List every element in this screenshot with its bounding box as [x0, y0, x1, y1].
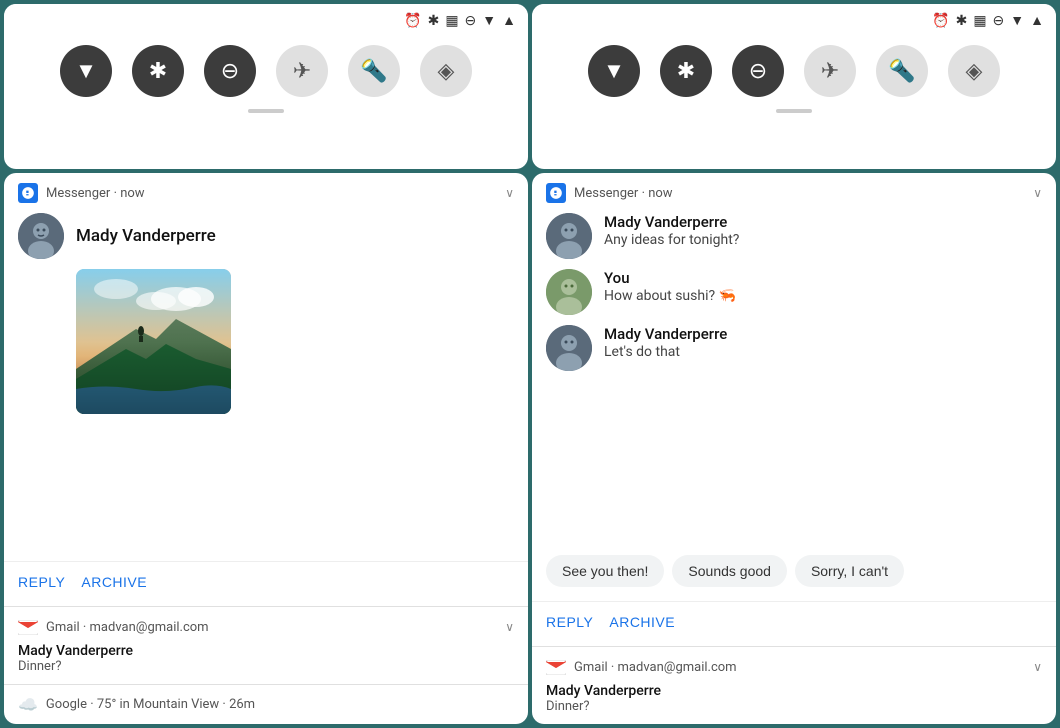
messenger-app-label: Messenger · now: [574, 186, 1025, 201]
messenger-notif-header: Messenger · now ∨: [532, 173, 1056, 209]
chevron-down-icon: ∨: [1033, 186, 1042, 200]
archive-button[interactable]: Archive: [81, 568, 163, 596]
airplane-toggle[interactable]: ✈: [804, 45, 856, 97]
weather-notification: ☁️ Google · 75° in Mountain View · 26m: [4, 684, 528, 724]
flashlight-toggle[interactable]: 🔦: [348, 45, 400, 97]
reply-button[interactable]: Reply: [18, 568, 81, 596]
signal-icon: ▲: [502, 12, 516, 29]
chevron-down-icon: ∨: [1033, 660, 1042, 674]
archive-button[interactable]: Archive: [609, 608, 691, 636]
bluetooth-status-icon: ✱: [956, 13, 968, 29]
wifi-toggle[interactable]: ▼: [60, 45, 112, 97]
avatar: [546, 325, 592, 371]
cloud-icon: ☁️: [18, 695, 38, 714]
rotate-toggle[interactable]: ◈: [420, 45, 472, 97]
smart-reply-sorry[interactable]: Sorry, I can't: [795, 555, 904, 587]
bluetooth-toggle[interactable]: ✱: [132, 45, 184, 97]
avatar: [546, 213, 592, 259]
messenger-app-icon: [546, 183, 566, 203]
signal-icon: ▲: [1030, 12, 1044, 29]
chat-text-block: Mady Vanderperre Any ideas for tonight?: [604, 213, 1042, 248]
left-quick-toggles: ▼ ✱ ⊖ ✈ 🔦 ◈: [4, 37, 528, 109]
chat-sender-name: You: [604, 269, 1042, 287]
gmail-subject: Dinner?: [546, 699, 1042, 714]
left-bottom-panel: Messenger · now ∨ Mady Vande: [4, 173, 528, 724]
chat-text-block: Mady Vanderperre Let's do that: [604, 325, 1042, 360]
avatar: [546, 269, 592, 315]
smart-reply-see-you[interactable]: See you then!: [546, 555, 664, 587]
gmail-subject: Dinner?: [18, 659, 514, 674]
smart-replies: See you then! Sounds good Sorry, I can't: [532, 547, 1056, 597]
chat-row: You How about sushi? 🦐: [546, 269, 1042, 315]
weather-text: Google · 75° in Mountain View · 26m: [46, 697, 255, 712]
dnd-status-icon: ⊖: [465, 13, 477, 29]
gmail-icon: [18, 617, 38, 637]
gmail-notification: Gmail · madvan@gmail.com ∨ Mady Vanderpe…: [4, 606, 528, 684]
right-status-bar: ⏰ ✱ ▦ ⊖ ▼ ▲: [532, 4, 1056, 37]
right-bottom-panel: Messenger · now ∨ Mady Vanderperre Any i…: [532, 173, 1056, 724]
wifi-status-icon: ▼: [482, 12, 496, 29]
flashlight-toggle[interactable]: 🔦: [876, 45, 928, 97]
gmail-header: Gmail · madvan@gmail.com ∨: [18, 617, 514, 637]
reply-button[interactable]: Reply: [546, 608, 609, 636]
wifi-status-icon: ▼: [1010, 12, 1024, 29]
smart-reply-sounds-good[interactable]: Sounds good: [672, 555, 787, 587]
gmail-app-label: Gmail · madvan@gmail.com: [46, 620, 497, 635]
chat-sender-name: Mady Vanderperre: [604, 325, 1042, 343]
bluetooth-status-icon: ✱: [428, 13, 440, 29]
chevron-down-icon: ∨: [505, 186, 514, 200]
right-quick-toggles: ▼ ✱ ⊖ ✈ 🔦 ◈: [532, 37, 1056, 109]
message-image: [76, 269, 231, 414]
avatar: [18, 213, 64, 259]
messenger-app-label: Messenger · now: [46, 186, 497, 201]
left-status-bar: ⏰ ✱ ▦ ⊖ ▼ ▲: [4, 4, 528, 37]
drag-handle: [248, 109, 284, 113]
chat-messages-content: Mady Vanderperre Any ideas for tonight? …: [532, 209, 1056, 547]
cast-icon: ▦: [445, 13, 458, 29]
sender-row: Mady Vanderperre: [18, 213, 514, 259]
chat-row: Mady Vanderperre Any ideas for tonight?: [546, 213, 1042, 259]
chat-text-block: You How about sushi? 🦐: [604, 269, 1042, 304]
sender-name: Mady Vanderperre: [76, 226, 216, 246]
messenger-action-row: Reply Archive: [4, 561, 528, 606]
chat-row: Mady Vanderperre Let's do that: [546, 325, 1042, 371]
gmail-icon: [546, 657, 566, 677]
messenger-action-row: Reply Archive: [532, 601, 1056, 646]
dnd-status-icon: ⊖: [993, 13, 1005, 29]
clock-icon: ⏰: [404, 13, 421, 29]
chat-sender-name: Mady Vanderperre: [604, 213, 1042, 231]
avatar-image: [18, 213, 64, 259]
clock-icon: ⏰: [932, 13, 949, 29]
right-top-panel: ⏰ ✱ ▦ ⊖ ▼ ▲ ▼ ✱ ⊖ ✈ 🔦 ◈: [532, 4, 1056, 169]
gmail-sender: Mady Vanderperre: [546, 683, 1042, 699]
drag-handle: [776, 109, 812, 113]
gmail-sender: Mady Vanderperre: [18, 643, 514, 659]
left-top-panel: ⏰ ✱ ▦ ⊖ ▼ ▲ ▼ ✱ ⊖ ✈ 🔦 ◈: [4, 4, 528, 169]
messenger-notif-content: Mady Vanderperre: [4, 209, 528, 557]
gmail-app-label: Gmail · madvan@gmail.com: [574, 660, 1025, 675]
chat-message-text: Any ideas for tonight?: [604, 232, 1042, 248]
cast-icon: ▦: [973, 13, 986, 29]
dnd-toggle[interactable]: ⊖: [732, 45, 784, 97]
wifi-toggle[interactable]: ▼: [588, 45, 640, 97]
gmail-notification: Gmail · madvan@gmail.com ∨ Mady Vanderpe…: [532, 646, 1056, 724]
dnd-toggle[interactable]: ⊖: [204, 45, 256, 97]
chevron-down-icon: ∨: [505, 620, 514, 634]
rotate-toggle[interactable]: ◈: [948, 45, 1000, 97]
chat-message-text: Let's do that: [604, 344, 1042, 360]
bluetooth-toggle[interactable]: ✱: [660, 45, 712, 97]
gmail-header: Gmail · madvan@gmail.com ∨: [546, 657, 1042, 677]
airplane-toggle[interactable]: ✈: [276, 45, 328, 97]
messenger-notif-header: Messenger · now ∨: [4, 173, 528, 209]
chat-message-text: How about sushi? 🦐: [604, 288, 1042, 304]
messenger-app-icon: [18, 183, 38, 203]
